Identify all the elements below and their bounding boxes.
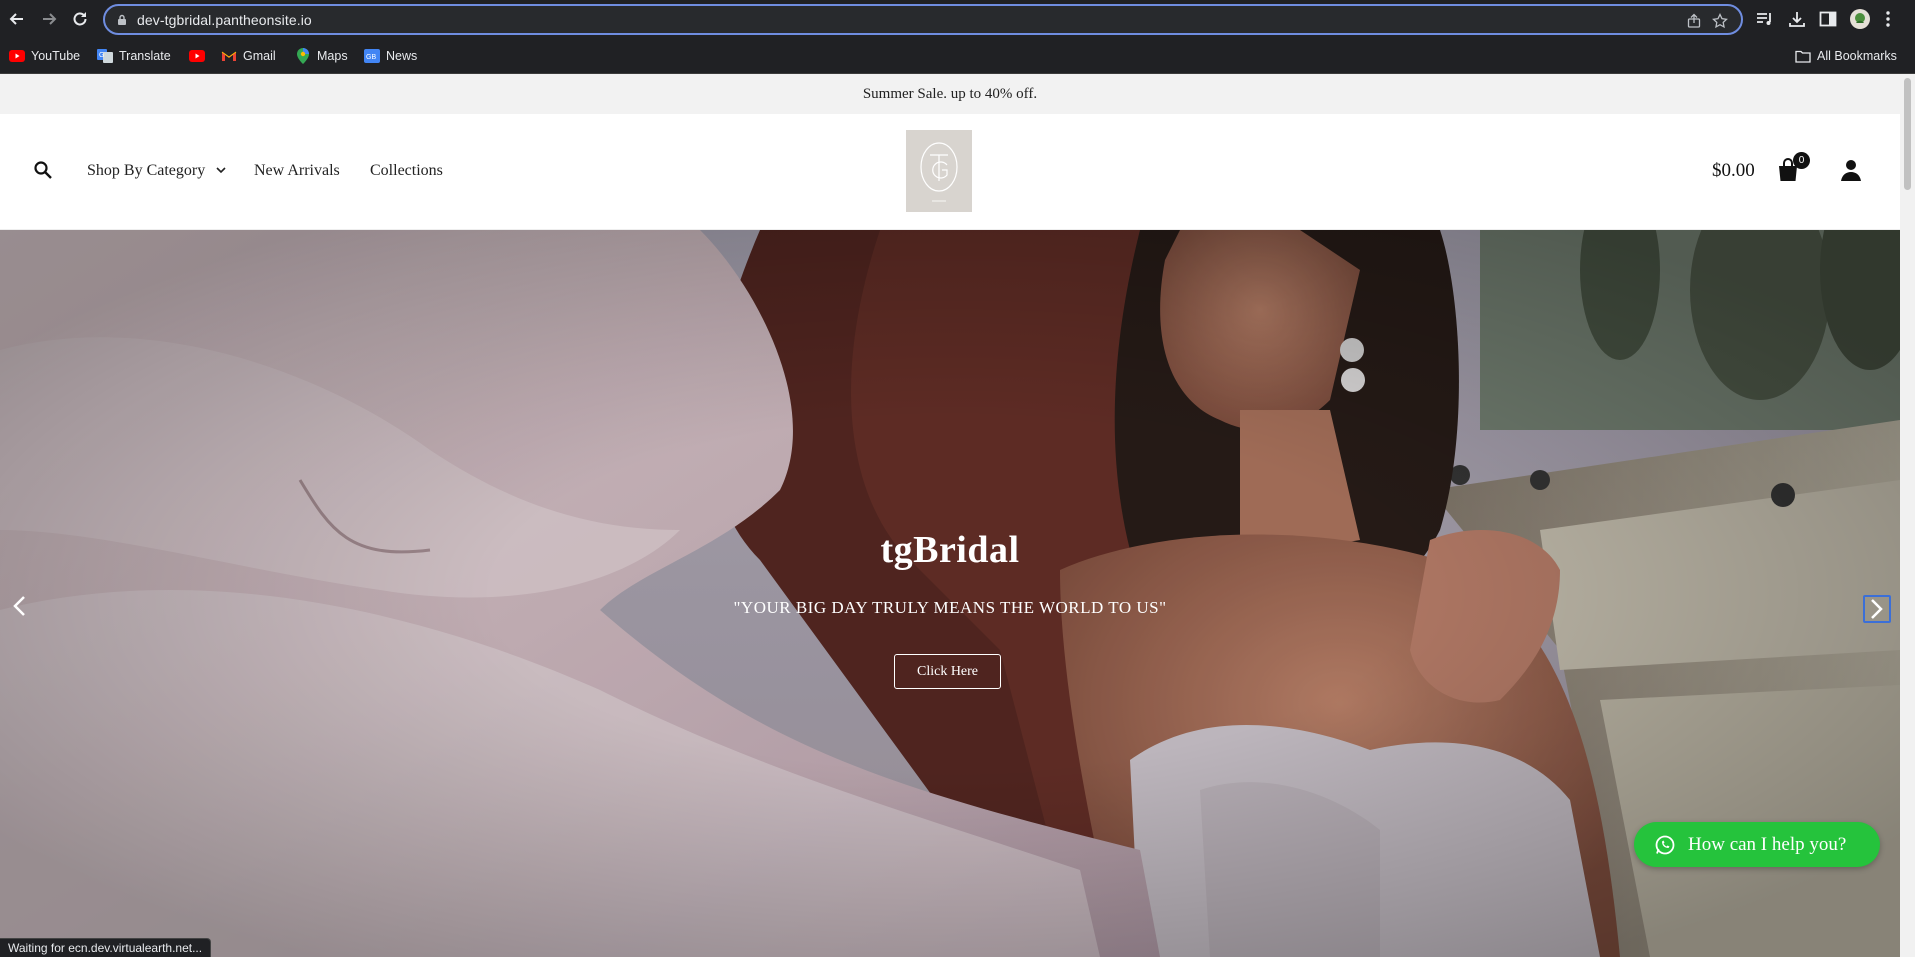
reload-button[interactable] (68, 7, 92, 31)
profile-avatar[interactable] (1850, 9, 1870, 29)
menu-shop-by-category[interactable]: Shop By Category (87, 162, 205, 180)
svg-text:GB: GB (366, 54, 376, 61)
announcement-bar: Summer Sale. up to 40% off. (0, 74, 1900, 114)
whatsapp-icon (1655, 835, 1675, 854)
browser-toolbar: dev-tgbridal.pantheonsite.io (0, 0, 1915, 38)
hero-slider: tgBridal "YOUR BIG DAY TRULY MEANS THE W… (0, 230, 1900, 957)
folder-icon (1795, 49, 1811, 63)
bookmarks-bar: YouTube G Translate Gmail Maps GB News A… (0, 38, 1915, 74)
url-text[interactable]: dev-tgbridal.pantheonsite.io (137, 12, 312, 28)
browser-status-bar: Waiting for ecn.dev.virtualearth.net... (0, 938, 212, 957)
all-bookmarks[interactable]: All Bookmarks (1795, 47, 1897, 65)
translate-icon: G (97, 49, 113, 63)
menu-new-arrivals[interactable]: New Arrivals (254, 162, 340, 180)
address-bar[interactable]: dev-tgbridal.pantheonsite.io (103, 4, 1743, 35)
search-icon[interactable] (33, 160, 53, 180)
chevron-left-icon (13, 596, 25, 616)
site-header: Shop By Category New Arrivals Collection… (0, 114, 1900, 230)
bookmark-youtube[interactable]: YouTube (9, 47, 80, 65)
site-info-icon[interactable] (117, 14, 127, 26)
bookmark-maps[interactable]: Maps (295, 47, 348, 65)
cart-total[interactable]: $0.00 (1712, 160, 1755, 182)
reading-list-icon[interactable] (1755, 9, 1775, 29)
slider-next-button[interactable] (1863, 595, 1891, 623)
share-icon[interactable] (1686, 13, 1702, 29)
download-icon[interactable] (1787, 9, 1807, 29)
side-panel-icon[interactable] (1818, 9, 1838, 29)
page-scrollbar[interactable] (1900, 74, 1915, 957)
youtube-icon (189, 49, 205, 63)
bookmark-youtube-2[interactable] (189, 47, 211, 65)
chevron-right-icon (1871, 599, 1883, 619)
maps-icon (295, 48, 311, 64)
bookmark-news[interactable]: GB News (364, 47, 417, 65)
hero-subtitle: "YOUR BIG DAY TRULY MEANS THE WORLD TO U… (733, 598, 1167, 617)
chevron-down-icon[interactable] (216, 167, 226, 174)
browser-menu-icon[interactable] (1878, 9, 1898, 29)
whatsapp-chat-button[interactable]: How can I help you? (1634, 822, 1880, 867)
forward-arrow-icon (43, 13, 57, 25)
slider-prev-button[interactable] (8, 593, 30, 619)
back-button[interactable] (5, 7, 29, 31)
forward-button[interactable] (37, 7, 61, 31)
news-icon: GB (364, 49, 380, 63)
menu-collections[interactable]: Collections (370, 162, 443, 180)
bookmark-star-icon[interactable] (1712, 13, 1728, 29)
youtube-icon (9, 49, 25, 63)
hero-title: tgBridal (880, 529, 1020, 571)
hero-cta-button[interactable]: Click Here (894, 654, 1001, 689)
web-page: Summer Sale. up to 40% off. Shop By Cate… (0, 74, 1900, 957)
account-icon[interactable] (1839, 158, 1863, 182)
back-arrow-icon (9, 13, 23, 25)
cart-count-badge: 0 (1793, 152, 1810, 169)
reload-icon (73, 12, 87, 26)
hero-bride-photo (0, 230, 1900, 957)
tg-monogram-logo (920, 142, 958, 202)
svg-text:G: G (99, 52, 104, 59)
site-logo[interactable] (906, 130, 972, 212)
bookmark-gmail[interactable]: Gmail (221, 47, 276, 65)
gmail-icon (221, 49, 237, 63)
bookmark-translate[interactable]: G Translate (97, 47, 171, 65)
scrollbar-thumb[interactable] (1904, 78, 1911, 190)
